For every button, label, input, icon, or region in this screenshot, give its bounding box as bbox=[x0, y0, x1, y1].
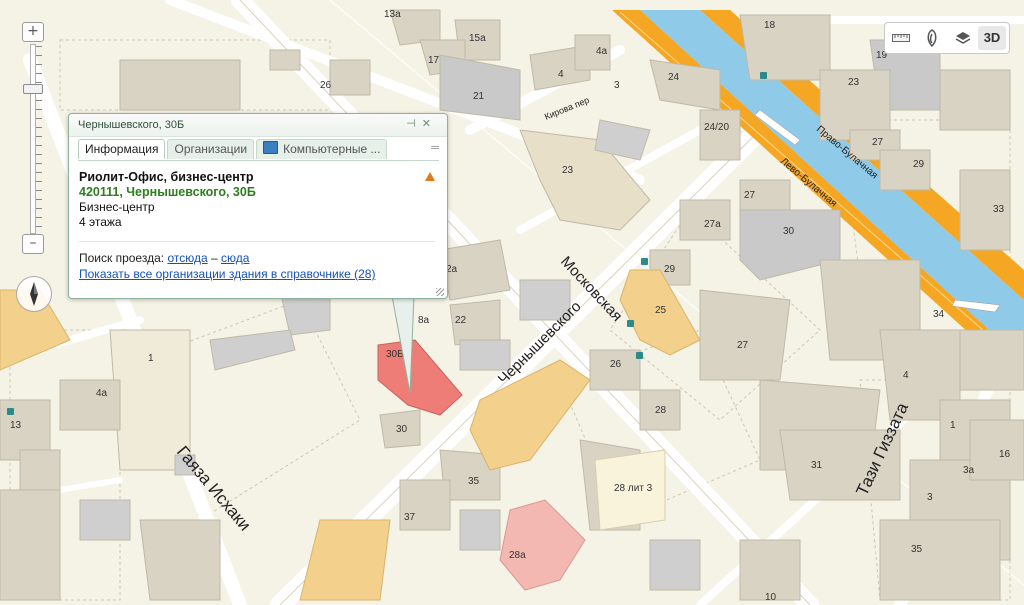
balloon-title: Чернышевского, 30Б bbox=[78, 119, 185, 131]
building-label: 30 bbox=[396, 424, 408, 435]
ruler-icon[interactable] bbox=[885, 23, 916, 53]
building-label: 30Б bbox=[386, 349, 404, 360]
building-label: 37 bbox=[404, 512, 416, 523]
tab-divider bbox=[78, 160, 439, 161]
building-label: 1 bbox=[950, 420, 956, 431]
building-label: 24/20 bbox=[704, 122, 729, 133]
balloon-header-controls: ⊣✕ bbox=[406, 117, 437, 130]
building-label: 23 bbox=[562, 165, 574, 176]
balloon-tabs: Информация Организации Компьютерные ... bbox=[78, 139, 389, 160]
building-label: 35 bbox=[468, 476, 480, 487]
zoom-control[interactable]: + – bbox=[22, 22, 44, 258]
building-label: 33 bbox=[993, 204, 1005, 215]
building-label: 10 bbox=[765, 592, 777, 603]
zoom-slider-handle[interactable] bbox=[23, 83, 43, 94]
organization-name: Риолит-Офис, бизнес-центр bbox=[79, 170, 254, 184]
building-label: 28 bbox=[655, 405, 667, 416]
computer-icon bbox=[263, 141, 279, 154]
info-balloon: Чернышевского, 30Б ⊣✕ Информация Организ… bbox=[68, 113, 448, 299]
tab-label: Организации bbox=[174, 142, 248, 156]
building-label: 30 bbox=[783, 226, 795, 237]
building-label: 4 bbox=[558, 69, 564, 80]
building-label: 25 bbox=[655, 305, 667, 316]
balloon-header: Чернышевского, 30Б ⊣✕ bbox=[69, 114, 447, 137]
building-type: Бизнес-центр bbox=[79, 200, 155, 214]
route-label: Поиск проезда: bbox=[79, 251, 165, 265]
zoom-in-button[interactable]: + bbox=[22, 22, 44, 42]
building-label: 26 bbox=[610, 359, 622, 370]
building-label: 29 bbox=[664, 264, 676, 275]
traffic-icon[interactable] bbox=[916, 23, 947, 53]
tab-label: Информация bbox=[85, 142, 159, 156]
building-label: 29 bbox=[913, 159, 925, 170]
tab-computer[interactable]: Компьютерные ... bbox=[256, 139, 388, 159]
warning-icon[interactable] bbox=[425, 172, 435, 181]
route-search: Поиск проезда: отсюда – сюда bbox=[79, 251, 249, 265]
building-label: 27а bbox=[704, 219, 721, 230]
building-label: 1 bbox=[148, 353, 154, 364]
building-label: 4а bbox=[596, 46, 608, 57]
tab-organizations[interactable]: Организации bbox=[167, 139, 255, 159]
building-label: 23 bbox=[848, 77, 860, 88]
building-label: 13а bbox=[384, 9, 401, 20]
route-from-link[interactable]: отсюда bbox=[167, 251, 207, 265]
zoom-out-button[interactable]: – bbox=[22, 234, 44, 254]
zoom-slider-ticks bbox=[36, 46, 42, 230]
building-floors: 4 этажа bbox=[79, 215, 122, 229]
building-label: 4а bbox=[96, 388, 108, 399]
building-label: 13 bbox=[10, 420, 22, 431]
building-label: 17 bbox=[428, 55, 440, 66]
close-icon[interactable]: ✕ bbox=[422, 118, 437, 130]
building-label: 4 bbox=[903, 370, 909, 381]
building-label: 28а bbox=[509, 550, 526, 561]
building-label: 3а bbox=[963, 465, 975, 476]
building-label: 22 bbox=[455, 315, 467, 326]
divider bbox=[79, 241, 435, 242]
building-label: 3 bbox=[614, 80, 620, 91]
building-label: 18 bbox=[764, 20, 776, 31]
map-canvas[interactable]: 13а 15а 17 4а 21 4 3 24 24/20 26 23 18 1… bbox=[0, 0, 1024, 605]
tab-label: Компьютерные ... bbox=[283, 142, 381, 156]
building-label: 28 лит 3 bbox=[614, 483, 653, 494]
building-label: 3 bbox=[927, 492, 933, 503]
resize-grip[interactable] bbox=[436, 288, 444, 296]
building-label: 8а bbox=[418, 315, 430, 326]
map-view[interactable]: 13а 15а 17 4а 21 4 3 24 24/20 26 23 18 1… bbox=[0, 0, 1024, 605]
organization-address: 420111, Чернышевского, 30Б bbox=[79, 185, 256, 199]
building-label: 31 bbox=[811, 460, 823, 471]
building-label: 27 bbox=[737, 340, 749, 351]
compass-icon[interactable] bbox=[16, 276, 52, 312]
tab-information[interactable]: Информация bbox=[78, 139, 166, 159]
pin-icon[interactable]: ⊣ bbox=[406, 118, 422, 130]
route-dash: – bbox=[210, 251, 218, 265]
building-label: 16 bbox=[999, 449, 1011, 460]
building-label: 21 bbox=[473, 91, 485, 102]
route-to-link[interactable]: сюда bbox=[221, 251, 249, 265]
building-label: 26 bbox=[320, 80, 332, 91]
tab-menu-icon[interactable]: ═ bbox=[431, 142, 439, 154]
building-label: 15а bbox=[469, 33, 486, 44]
building-label: 24 bbox=[668, 72, 680, 83]
show-all-organizations-link[interactable]: Показать все организации здания в справо… bbox=[79, 267, 375, 281]
layers-icon[interactable] bbox=[947, 23, 978, 53]
3d-mode-button[interactable]: 3D bbox=[978, 26, 1006, 50]
building-label: 34 bbox=[933, 309, 945, 320]
building-label: 35 bbox=[911, 544, 923, 555]
building-label: 27 bbox=[744, 190, 756, 201]
map-toolbar: 3D bbox=[884, 22, 1010, 54]
building-label: 27 bbox=[872, 137, 884, 148]
balloon-body: Риолит-Офис, бизнес-центр 420111, Черныш… bbox=[79, 170, 435, 230]
